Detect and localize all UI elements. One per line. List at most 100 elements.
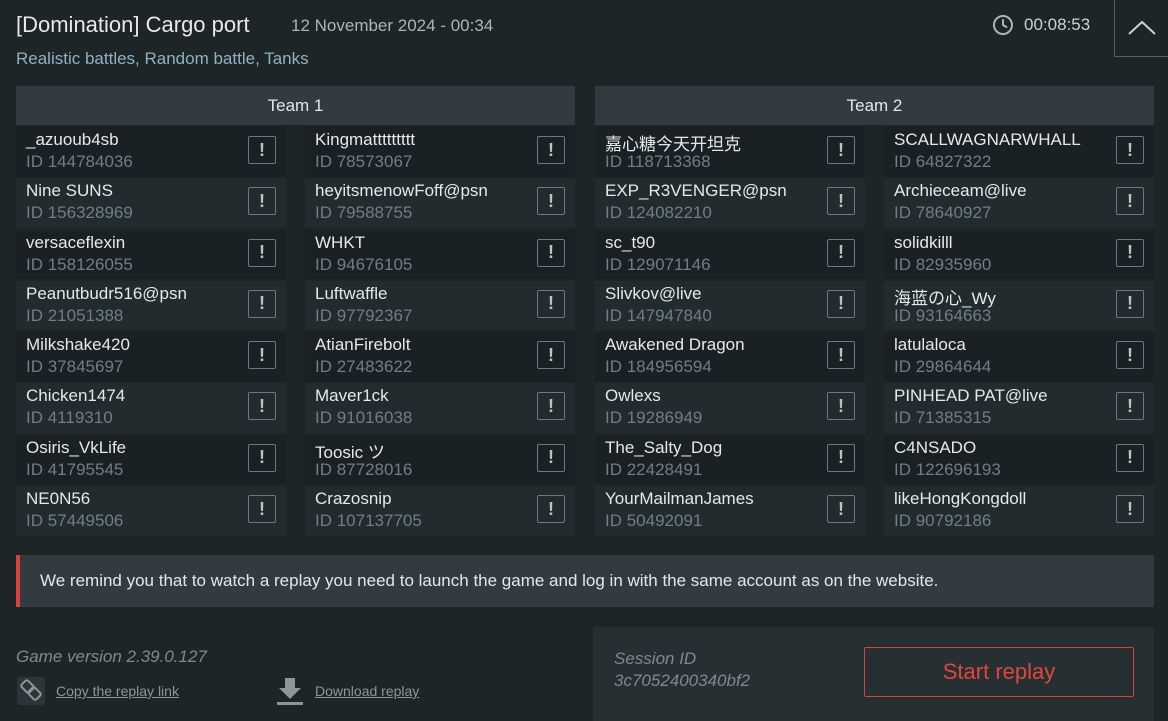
player-row: NE0N56 ID 57449506!	[16, 486, 286, 536]
copy-replay-link[interactable]: Copy the replay link	[16, 676, 179, 706]
player-name[interactable]: NE0N56	[26, 489, 90, 509]
report-player-button[interactable]: !	[537, 341, 565, 370]
report-player-button[interactable]: !	[248, 495, 276, 524]
report-player-button[interactable]: !	[827, 341, 855, 370]
start-replay-button[interactable]: Start replay	[864, 647, 1134, 697]
player-name[interactable]: C4NSADO	[894, 438, 976, 458]
player-name[interactable]: _azuoub4sb	[26, 130, 119, 150]
player-name[interactable]: Peanutbudr516@psn	[26, 284, 187, 304]
player-row: The_Salty_Dog ID 22428491!	[595, 434, 865, 485]
report-player-button[interactable]: !	[827, 495, 855, 524]
player-row: likeHongKongdoll ID 90792186!	[884, 486, 1154, 536]
player-row: sc_t90 ID 129071146!	[595, 229, 865, 280]
report-player-button[interactable]: !	[827, 289, 855, 318]
player-name[interactable]: likeHongKongdoll	[894, 489, 1026, 509]
player-name[interactable]: The_Salty_Dog	[605, 438, 722, 458]
session-id-value: 3c7052400340bf2	[614, 671, 751, 690]
report-player-button[interactable]: !	[248, 187, 276, 216]
player-id: ID 50492091	[605, 511, 703, 531]
player-row: Slivkov@live ID 147947840!	[595, 280, 865, 331]
player-name[interactable]: Osiris_VkLife	[26, 438, 126, 458]
player-name[interactable]: latulaloca	[894, 335, 966, 355]
report-player-button[interactable]: !	[248, 341, 276, 370]
session-id-label: Session ID	[614, 649, 697, 668]
player-name[interactable]: Kingmattttttttt	[315, 130, 415, 150]
report-player-button[interactable]: !	[1116, 392, 1144, 421]
player-row: Chicken1474 ID 4119310!	[16, 383, 286, 433]
download-replay-link[interactable]: Download replay	[275, 676, 419, 706]
player-name[interactable]: versaceflexin	[26, 233, 125, 253]
report-player-button[interactable]: !	[537, 392, 565, 421]
player-id: ID 147947840	[605, 305, 712, 325]
report-player-button[interactable]: !	[537, 136, 565, 164]
player-name[interactable]: Luftwaffle	[315, 284, 387, 304]
player-row: _azuoub4sb ID 144784036!	[16, 127, 286, 177]
team-2-header: Team 2	[595, 86, 1154, 125]
team-1-roster: _azuoub4sb ID 144784036! Kingmattttttttt I…	[16, 127, 575, 537]
report-player-button[interactable]: !	[827, 392, 855, 421]
game-version: Game version 2.39.0.127	[16, 647, 207, 666]
report-player-button[interactable]: !	[827, 187, 855, 216]
report-player-button[interactable]: !	[248, 443, 276, 472]
report-player-button[interactable]: !	[248, 136, 276, 164]
report-player-button[interactable]: !	[827, 443, 855, 472]
report-player-button[interactable]: !	[1116, 187, 1144, 216]
player-name[interactable]: heyitsmenowFoff@psn	[315, 181, 488, 201]
player-name[interactable]: Chicken1474	[26, 386, 125, 406]
report-player-button[interactable]: !	[1116, 495, 1144, 524]
player-name[interactable]: SCALLWAGNARWHALL	[894, 130, 1081, 150]
player-name[interactable]: WHKT	[315, 233, 365, 253]
player-name[interactable]: AtianFirebolt	[315, 335, 410, 355]
player-id: ID 93164663	[894, 305, 992, 325]
player-id: ID 158126055	[26, 254, 133, 274]
player-row: Maver1ck ID 91016038!	[305, 383, 575, 433]
player-name[interactable]: Owlexs	[605, 386, 661, 406]
player-name[interactable]: Crazosnip	[315, 489, 392, 509]
report-player-button[interactable]: !	[1116, 136, 1144, 164]
download-icon	[277, 678, 303, 705]
report-player-button[interactable]: !	[248, 289, 276, 318]
team-1-header: Team 1	[16, 86, 575, 125]
player-name[interactable]: Awakened Dragon	[605, 335, 745, 355]
player-id: ID 64827322	[894, 152, 992, 171]
player-name[interactable]: Milkshake420	[26, 335, 130, 355]
player-row: Toosic ツ ID 87728016!	[305, 434, 575, 485]
report-player-button[interactable]: !	[827, 136, 855, 164]
report-player-button[interactable]: !	[537, 187, 565, 216]
report-player-button[interactable]: !	[1116, 238, 1144, 267]
player-id: ID 90792186	[894, 511, 992, 531]
player-row: Milkshake420 ID 37845697!	[16, 332, 286, 382]
player-name[interactable]: Nine SUNS	[26, 181, 113, 201]
report-player-button[interactable]: !	[827, 238, 855, 267]
report-player-button[interactable]: !	[537, 495, 565, 524]
player-name[interactable]: solidkilll	[894, 233, 953, 253]
link-icon	[17, 677, 45, 705]
player-name[interactable]: EXP_R3VENGER@psn	[605, 181, 787, 201]
report-player-button[interactable]: !	[248, 392, 276, 421]
report-player-button[interactable]: !	[537, 443, 565, 472]
player-id: ID 107137705	[315, 511, 422, 531]
player-name[interactable]: YourMailmanJames	[605, 489, 754, 509]
player-row: Luftwaffle ID 97792367!	[305, 280, 575, 331]
player-id: ID 41795545	[26, 459, 124, 479]
report-player-button[interactable]: !	[1116, 443, 1144, 472]
report-player-button[interactable]: !	[537, 238, 565, 267]
player-id: ID 78640927	[894, 203, 992, 223]
player-row: versaceflexin ID 158126055!	[16, 229, 286, 280]
player-name[interactable]: sc_t90	[605, 233, 655, 253]
download-label[interactable]: Download replay	[315, 683, 419, 699]
player-id: ID 124082210	[605, 203, 712, 223]
report-player-button[interactable]: !	[1116, 341, 1144, 370]
session-panel: Session ID 3c7052400340bf2 Start replay	[593, 627, 1154, 721]
player-row: Peanutbudr516@psn ID 21051388!	[16, 280, 286, 331]
collapse-button[interactable]	[1114, 0, 1168, 57]
report-player-button[interactable]: !	[1116, 289, 1144, 318]
battle-duration: 00:08:53	[992, 14, 1090, 36]
player-name[interactable]: Maver1ck	[315, 386, 389, 406]
report-player-button[interactable]: !	[537, 289, 565, 318]
copy-link-label[interactable]: Copy the replay link	[56, 683, 179, 699]
player-name[interactable]: Archieceam@live	[894, 181, 1027, 201]
player-name[interactable]: Slivkov@live	[605, 284, 702, 304]
player-name[interactable]: PINHEAD PAT@live	[894, 386, 1048, 406]
report-player-button[interactable]: !	[248, 238, 276, 267]
